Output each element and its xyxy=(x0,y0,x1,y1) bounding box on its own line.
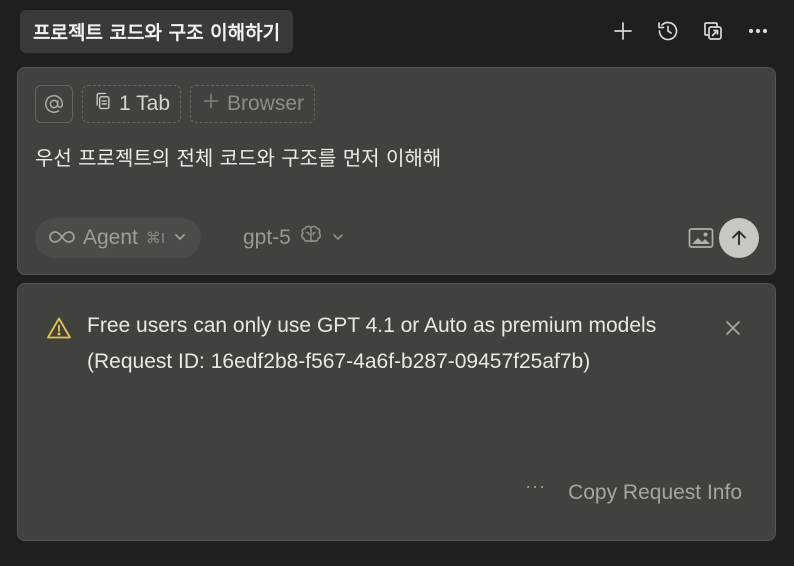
more-icon[interactable] xyxy=(742,14,774,48)
chat-composer: 1 Tab Browser 우선 프로젝트의 전체 코드와 구조를 먼저 이해해… xyxy=(17,67,776,275)
agent-shortcut: ⌘I xyxy=(145,230,166,247)
error-message: Free users can only use GPT 4.1 or Auto … xyxy=(87,308,697,380)
agent-mode-dropdown[interactable]: Agent ⌘I xyxy=(35,218,202,258)
send-button[interactable] xyxy=(719,218,759,258)
at-icon[interactable] xyxy=(35,85,73,123)
composer-controls: Agent ⌘I gpt-5 xyxy=(35,218,759,258)
copy-open-icon[interactable] xyxy=(697,14,729,48)
plus-icon[interactable] xyxy=(607,14,639,48)
history-icon[interactable] xyxy=(652,14,684,48)
chevron-down-icon xyxy=(173,226,187,250)
browser-chip-label: Browser xyxy=(227,92,305,115)
model-label: gpt-5 xyxy=(243,226,291,249)
tabs-context-chip[interactable]: 1 Tab xyxy=(82,85,181,123)
header-actions xyxy=(607,14,774,48)
tabs-icon xyxy=(93,91,113,117)
error-panel: Free users can only use GPT 4.1 or Auto … xyxy=(17,283,776,541)
request-id: (Request ID: 16edf2b8-f567-4a6f-b287-094… xyxy=(87,350,591,373)
model-dropdown[interactable]: gpt-5 xyxy=(243,218,345,258)
error-text: Free users can only use GPT 4.1 or Auto … xyxy=(87,314,657,337)
error-actions: ··· Copy Request Info xyxy=(525,476,742,505)
warning-icon xyxy=(46,316,72,340)
arrow-up-icon xyxy=(732,230,746,246)
chat-title-tab[interactable]: 프로젝트 코드와 구조 이해하기 xyxy=(20,10,294,53)
chat-header: 프로젝트 코드와 구조 이해하기 xyxy=(0,0,794,62)
agent-mode-label: Agent xyxy=(83,226,138,249)
browser-context-chip[interactable]: Browser xyxy=(190,85,316,123)
chat-title: 프로젝트 코드와 구조 이해하기 xyxy=(33,22,281,44)
more-options-button[interactable]: ··· xyxy=(525,476,546,497)
prompt-input[interactable]: 우선 프로젝트의 전체 코드와 구조를 먼저 이해해 xyxy=(35,142,755,171)
image-attach-icon[interactable] xyxy=(685,224,717,252)
brain-icon xyxy=(299,224,323,252)
copy-request-info-button[interactable]: Copy Request Info xyxy=(568,481,742,505)
tabs-chip-label: 1 Tab xyxy=(119,92,170,115)
close-icon[interactable] xyxy=(721,316,745,340)
chevron-down-icon xyxy=(331,226,345,250)
context-row: 1 Tab Browser xyxy=(35,85,316,123)
plus-small-icon xyxy=(201,91,221,117)
infinity-icon xyxy=(49,226,75,250)
